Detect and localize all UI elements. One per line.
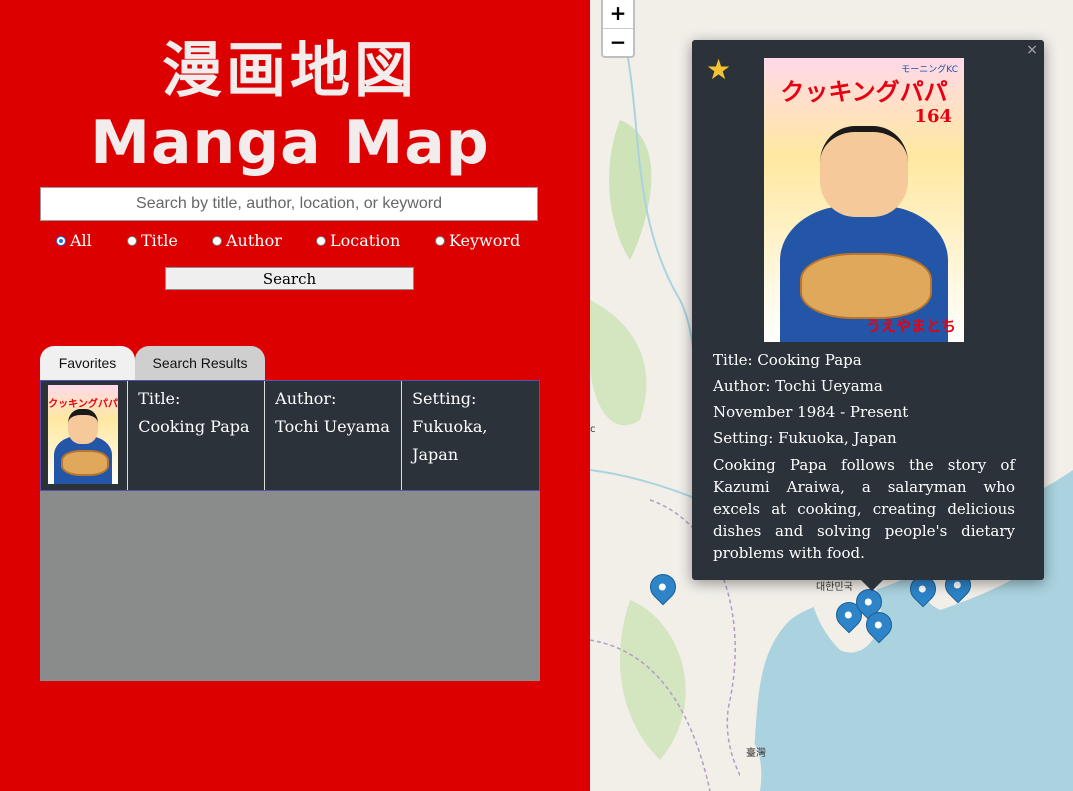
zoom-out-button[interactable]: − <box>603 29 633 57</box>
manga-cover-image: モーニングKC クッキングパパ 164 うえやまとち <box>764 58 964 342</box>
result-title-label: Title: <box>138 389 181 408</box>
radio-icon[interactable] <box>316 235 326 246</box>
filter-all[interactable]: All <box>56 231 92 250</box>
logo-english: Manga Map <box>90 108 490 178</box>
radio-icon[interactable] <box>435 235 445 246</box>
result-title-cell: Title: Cooking Papa <box>128 381 266 490</box>
filter-location-label: Location <box>330 231 401 250</box>
tab-search-results[interactable]: Search Results <box>135 346 265 380</box>
popup-tip <box>860 579 884 591</box>
radio-icon[interactable] <box>127 235 137 246</box>
popup-description: Cooking Papa follows the story of Kazumi… <box>713 456 1015 562</box>
cover-title: クッキングパパ <box>780 78 948 106</box>
popup-title: Title: Cooking Papa <box>713 351 862 369</box>
search-filter-group: All Title Author Location Keyword <box>0 231 590 253</box>
result-title: Cooking Papa <box>138 417 250 436</box>
zoom-in-button[interactable]: + <box>603 0 633 29</box>
filter-keyword-label: Keyword <box>449 231 521 250</box>
filter-title-label: Title <box>141 231 178 250</box>
cover-food <box>60 450 110 477</box>
search-button[interactable]: Search <box>165 267 414 290</box>
tab-favorites[interactable]: Favorites <box>40 346 135 380</box>
popup-author: Author: Tochi Ueyama <box>713 377 883 395</box>
filter-location[interactable]: Location <box>316 231 400 250</box>
radio-icon[interactable] <box>212 235 222 246</box>
map-label-korea: 대한민국 <box>816 582 853 593</box>
result-setting-label: Setting: <box>412 389 477 408</box>
logo-japanese: 漫画地図 <box>162 36 418 106</box>
result-author: Tochi Ueyama <box>275 417 390 436</box>
cover-volume: 164 <box>914 106 952 127</box>
close-icon[interactable]: × <box>1026 42 1038 58</box>
search-input[interactable] <box>40 187 538 221</box>
result-setting-cell: Setting: Fukuoka, Japan <box>402 381 539 490</box>
result-setting: Fukuoka, Japan <box>412 417 488 464</box>
filter-title[interactable]: Title <box>127 231 178 250</box>
cover-author: うえやまとち <box>865 317 956 336</box>
popup-setting: Setting: Fukuoka, Japan <box>713 429 897 447</box>
star-icon[interactable]: ★ <box>706 56 731 84</box>
manga-cover-thumbnail[interactable]: クッキングパパ <box>48 385 118 484</box>
results-panel: クッキングパパ Title: Cooking Papa Author: Toch… <box>40 380 540 681</box>
cover-face <box>67 408 99 445</box>
popup-dates: November 1984 - Present <box>713 403 909 421</box>
result-row[interactable]: クッキングパパ Title: Cooking Papa Author: Toch… <box>40 380 540 491</box>
filter-author-label: Author <box>226 231 282 250</box>
map-label-fragment: c <box>590 424 596 435</box>
manga-popup: × ★ モーニングKC クッキングパパ 164 うえやまとち Title: Co… <box>692 40 1044 580</box>
zoom-control: + − <box>601 0 635 58</box>
cover-food <box>800 252 932 320</box>
map-label-taiwan: 臺灣 <box>746 748 766 759</box>
result-author-label: Author: <box>275 389 337 408</box>
result-thumbnail-cell: クッキングパパ <box>41 381 129 490</box>
filter-author[interactable]: Author <box>212 231 282 250</box>
filter-keyword[interactable]: Keyword <box>435 231 520 250</box>
radio-icon[interactable] <box>56 235 66 246</box>
cover-face <box>820 126 908 218</box>
left-panel: 漫画地図 Manga Map All Title Author Location… <box>0 0 590 791</box>
filter-all-label: All <box>70 231 92 250</box>
result-author-cell: Author: Tochi Ueyama <box>265 381 403 490</box>
